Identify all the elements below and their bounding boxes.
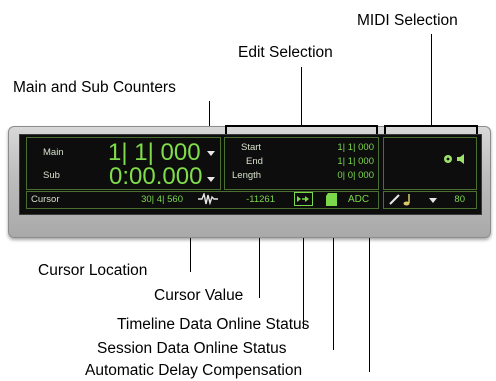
cursor-location-value: 30| 4| 560 xyxy=(141,194,183,205)
sub-counter-value[interactable]: 0:00.000 xyxy=(109,163,202,191)
tempo-value[interactable]: 80 xyxy=(445,194,465,205)
cursor-value: -11261 xyxy=(246,194,275,205)
cursor-location-callout: Cursor Location xyxy=(38,262,148,279)
edit-length-label: Length xyxy=(232,170,262,181)
session-online-icon[interactable] xyxy=(326,193,337,206)
sub-counter-label: Sub xyxy=(43,170,60,181)
timeline-status-callout: Timeline Data Online Status xyxy=(117,316,310,333)
adc-callout: Automatic Delay Compensation xyxy=(85,362,303,379)
main-sub-counters-callout: Main and Sub Counters xyxy=(13,79,176,96)
timeline-online-icon[interactable] xyxy=(294,192,313,206)
edit-leader-vertical xyxy=(301,67,302,125)
edit-bracket-right xyxy=(376,125,378,134)
edit-length-value[interactable]: 0| 0| 000 xyxy=(318,170,374,181)
main-counter-menu-icon[interactable] xyxy=(207,151,215,156)
edit-bracket-top xyxy=(225,125,378,127)
pencil-icon[interactable] xyxy=(389,194,400,205)
edit-start-label: Start xyxy=(241,142,262,153)
note-value-menu-icon[interactable] xyxy=(429,198,437,203)
midi-bracket-right xyxy=(476,125,478,134)
edit-end-value[interactable]: 1| 1| 000 xyxy=(318,156,374,167)
waveform-icon xyxy=(198,193,218,205)
midi-bracket-top xyxy=(384,125,478,127)
midi-leader-vertical xyxy=(431,34,432,126)
edit-start-value[interactable]: 1| 1| 000 xyxy=(318,142,374,153)
sub-counter-menu-icon[interactable] xyxy=(207,177,215,182)
edit-selection-callout: Edit Selection xyxy=(238,44,333,61)
cursor-label: Cursor xyxy=(31,194,60,205)
session-status-callout: Session Data Online Status xyxy=(97,340,287,357)
note-icon[interactable] xyxy=(403,193,412,206)
midi-selection-callout: MIDI Selection xyxy=(357,12,458,29)
edit-end-label: End xyxy=(246,156,263,167)
cursor-value-callout: Cursor Value xyxy=(154,287,244,304)
midi-input-icon[interactable] xyxy=(443,154,453,164)
midi-speaker-icon[interactable] xyxy=(456,153,468,165)
adc-indicator[interactable]: ADC xyxy=(348,194,369,205)
main-counter-label: Main xyxy=(43,147,64,158)
midi-bracket-left xyxy=(384,125,386,134)
edit-bracket-left xyxy=(225,125,227,134)
